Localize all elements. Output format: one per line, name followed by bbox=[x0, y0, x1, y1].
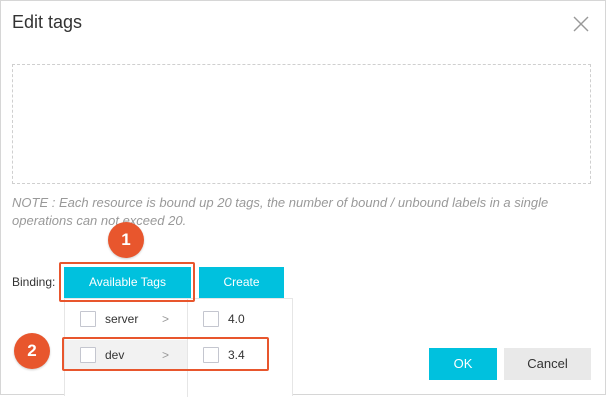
checkbox[interactable] bbox=[80, 311, 96, 327]
cancel-button[interactable]: Cancel bbox=[504, 348, 591, 380]
note-text: NOTE : Each resource is bound up 20 tags… bbox=[12, 195, 549, 228]
create-button[interactable]: Create bbox=[199, 267, 284, 298]
step-badge-1: 1 bbox=[108, 222, 144, 258]
edit-tags-dialog: Edit tags NOTE : Each resource is bound … bbox=[0, 0, 606, 397]
binding-label: Binding: bbox=[12, 275, 56, 289]
checkbox[interactable] bbox=[203, 311, 219, 327]
tag-key-server[interactable]: server > bbox=[65, 304, 187, 334]
tag-value-label: 4.0 bbox=[228, 312, 245, 326]
selected-tags-area bbox=[12, 64, 591, 184]
step-badge-2: 2 bbox=[14, 333, 50, 369]
close-icon[interactable] bbox=[571, 14, 591, 34]
chevron-right-icon: > bbox=[162, 312, 170, 326]
dialog-title: Edit tags bbox=[12, 12, 83, 32]
highlight-box-2 bbox=[62, 337, 269, 371]
tag-key-label: server bbox=[105, 312, 139, 326]
tag-value-4-0[interactable]: 4.0 bbox=[188, 304, 293, 334]
ok-button[interactable]: OK bbox=[429, 348, 497, 380]
highlight-box-1 bbox=[59, 262, 195, 302]
